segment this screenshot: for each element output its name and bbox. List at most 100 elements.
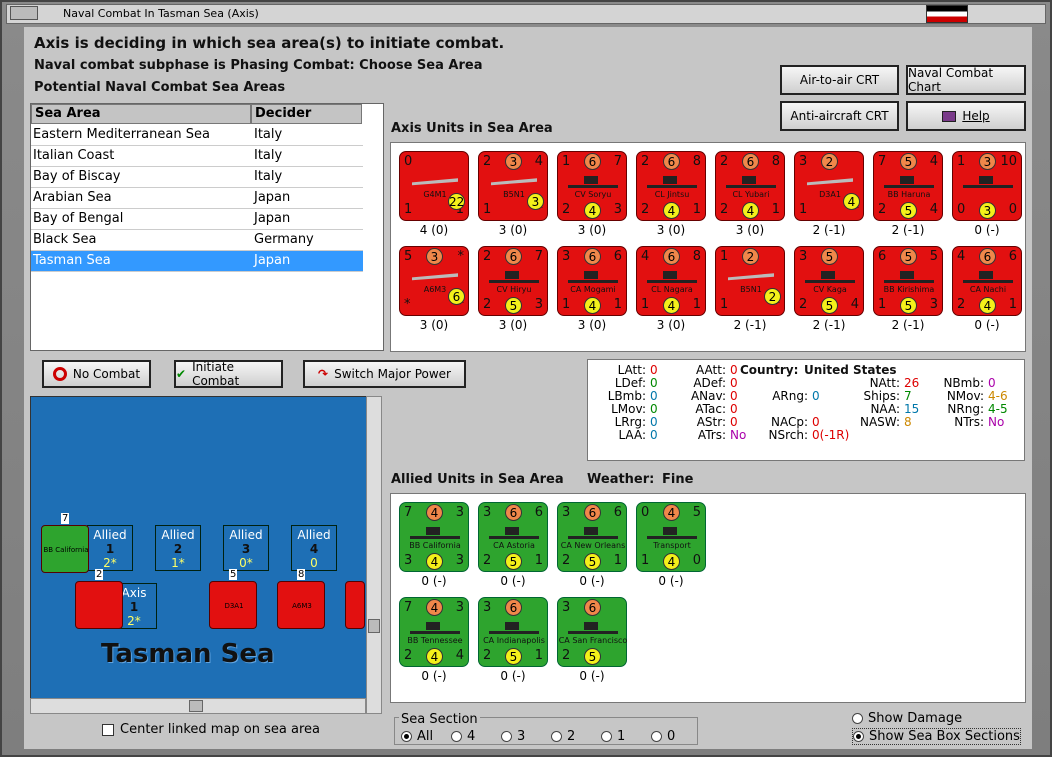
table-row[interactable]: Bay of Biscay Italy [31,167,363,188]
initiate-combat-button[interactable]: ✔ Initiate Combat [174,360,283,388]
unit-name: CV Soryu [574,190,612,199]
counter-bottom-value: 4 [584,202,601,219]
no-combat-button[interactable]: No Combat [42,360,151,388]
axis-unit-counter[interactable]: 3 1 * 2 D3A1 4 [794,151,864,221]
show-damage-radio[interactable]: Show Damage [852,711,962,726]
table-row[interactable]: Arabian Sea Japan [31,188,363,209]
allied-unit-counter[interactable]: 3 2 1 6 CA Indianapolis 5 [478,597,548,667]
unit-name: CL Nagara [651,285,693,294]
allied-unit-counter[interactable]: 3 6 2 1 6 CA Astoria 5 [478,502,548,572]
counter-bottom-right: 1 [613,553,622,568]
radio-button[interactable] [451,731,462,742]
allied-sea-box[interactable]: Allied 4 0 [291,525,337,571]
col-header-area[interactable]: Sea Area [31,104,251,124]
unit-strength-label: 0 (-) [500,574,526,588]
sea-section-option[interactable]: 1 [601,729,625,744]
axis-unit-counter[interactable]: 4 8 1 1 6 CL Nagara 4 [636,246,706,316]
stat-value: 0 [650,402,658,416]
counter-bottom-right: 3 [929,297,938,312]
counter-bottom-value: 4 [843,193,860,210]
counter-top-value: 3 [505,153,522,170]
allied-unit-counter[interactable]: 0 5 1 0 4 Transport 4 [636,502,706,572]
switch-major-power-button[interactable]: ↷ Switch Major Power [303,360,466,388]
vertical-scroll-thumb[interactable] [368,619,380,633]
counter-top-left: 2 [641,154,650,169]
sea-section-option[interactable]: 2 [551,729,575,744]
axis-unit-counter[interactable]: 2 7 2 3 6 CV Hiryu 5 [478,246,548,316]
system-menu-button[interactable] [10,6,38,20]
phase-heading: Axis is deciding in which sea area(s) to… [34,34,505,52]
col-header-decider[interactable]: Decider [251,104,362,124]
axis-stack-counter[interactable]: A6M3 [277,581,325,629]
radio-button[interactable] [501,731,512,742]
radio-button[interactable] [852,713,863,724]
allied-units-title: Allied Units in Sea Area [391,472,564,487]
allied-sea-box[interactable]: Allied 3 0* [223,525,269,571]
unit-strength-label: 2 (-1) [812,223,846,237]
table-row[interactable]: Bay of Bengal Japan [31,209,363,230]
counter-top-left: 3 [483,600,492,615]
axis-stack-counter[interactable] [345,581,365,629]
axis-unit-counter[interactable]: 1 7 2 3 6 CV Soryu 4 [557,151,627,221]
allied-unit-counter[interactable]: 7 3 3 3 4 BB California 4 [399,502,469,572]
stat-value: 0 [730,402,738,416]
axis-unit-counter[interactable]: 2 8 2 1 6 CL Yubari 4 [715,151,785,221]
axis-unit-counter[interactable]: 1 1 * 2 B5N1 2 [715,246,785,316]
radio-button[interactable] [601,731,612,742]
table-row[interactable]: Black Sea Germany [31,230,363,251]
map-horizontal-scrollbar[interactable] [30,698,366,714]
counter-top-left: 2 [483,154,492,169]
axis-unit-counter[interactable]: 2 8 2 1 6 CL Jintsu 4 [636,151,706,221]
allied-stack-counter[interactable]: BB California [41,525,89,573]
center-map-checkbox[interactable]: Center linked map on sea area [102,722,320,737]
table-row[interactable]: Italian Coast Italy [31,146,363,167]
axis-unit-counter[interactable]: 1 10 0 0 3 3 [952,151,1022,221]
stat-value: 4-6 [988,389,1008,403]
counter-bottom-right: 3 [455,553,464,568]
anti-aircraft-crt-button[interactable]: Anti-aircraft CRT [780,101,899,131]
axis-stack-counter[interactable] [75,581,123,629]
allied-unit-counter[interactable]: 3 6 2 1 6 CA New Orleans 5 [557,502,627,572]
radio-button[interactable] [401,731,412,742]
sea-section-option[interactable]: 3 [501,729,525,744]
unit-stats-panel: LAtt: 0 LDef: 0 LBmb: 0 LMov: 0 LRrg: 0 LAA: 0 AAtt:… [587,359,1025,461]
allied-sea-box[interactable]: Allied 2 1* [155,525,201,571]
sea-area-map[interactable]: Allied 1 2* Allied 2 1* Allied 3 0* Allied 4 0 Axis 1… [30,396,382,714]
axis-unit-counter[interactable]: 5 * * * 3 A6M3 6 [399,246,469,316]
naval-combat-chart-button[interactable]: Naval Combat Chart [906,65,1026,95]
axis-stack-counter[interactable]: D3A1 [209,581,257,629]
axis-unit-counter[interactable]: 6 5 1 3 5 BB Kirishima 5 [873,246,943,316]
show-sea-box-sections-radio[interactable]: Show Sea Box Sections [852,728,1021,745]
counter-bottom-value: 5 [900,202,917,219]
table-row[interactable]: Eastern Mediterranean Sea Italy [31,125,363,146]
air-to-air-crt-button[interactable]: Air-to-air CRT [780,65,899,95]
allied-unit-counter[interactable]: 7 3 2 4 4 BB Tennessee 4 [399,597,469,667]
counter-bottom-left: 2 [483,648,492,663]
radio-button[interactable] [551,731,562,742]
radio-button[interactable] [853,731,864,742]
help-button[interactable]: Help [906,101,1026,131]
sea-section-option[interactable]: 0 [651,729,675,744]
unit-strength-label: 3 (0) [498,318,528,332]
sea-section-option[interactable]: All [401,729,433,744]
axis-unit-counter[interactable]: 3 2 4 5 CV Kaga 5 [794,246,864,316]
sea-section-option[interactable]: 4 [451,729,475,744]
counter-bottom-left: 2 [641,202,650,217]
axis-unit-counter[interactable]: 3 6 1 1 6 CA Mogami 4 [557,246,627,316]
allied-sea-box[interactable]: Allied 1 2* [87,525,133,571]
counter-bottom-left: 1 [641,297,650,312]
axis-unit-counter[interactable]: 4 6 2 1 6 CA Nachi 4 [952,246,1022,316]
counter-top-left: 0 [404,154,413,169]
table-row[interactable]: Tasman Sea Japan [31,251,363,272]
map-vertical-scrollbar[interactable] [366,396,382,714]
axis-unit-counter[interactable]: 2 4 1 * 3 B5N1 3 [478,151,548,221]
sea-section-group: Sea Section All 4 3 2 1 0 [394,712,698,745]
allied-unit-counter[interactable]: 3 2 6 CA San Francisco 5 [557,597,627,667]
counter-bottom-value: 5 [900,297,917,314]
axis-unit-counter[interactable]: 011G4M122 [399,151,469,221]
radio-button[interactable] [651,731,662,742]
horizontal-scroll-thumb[interactable] [189,700,203,712]
stat-value: 0 [650,389,658,403]
checkbox-box[interactable] [102,723,114,736]
axis-unit-counter[interactable]: 7 4 2 4 5 BB Haruna 5 [873,151,943,221]
